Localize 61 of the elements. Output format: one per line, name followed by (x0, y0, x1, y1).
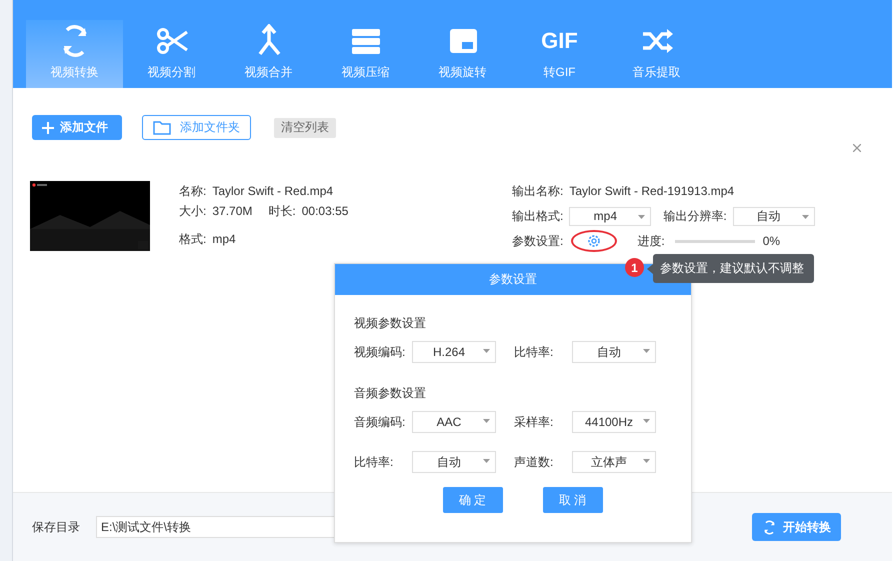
field-label: 视频编码: (354, 344, 406, 360)
dropdown[interactable]: 自动 (572, 341, 656, 363)
dropdown-arrow-icon (643, 349, 650, 353)
format-label: 格式: (179, 230, 206, 248)
start-convert-button[interactable]: 开始转换 (752, 513, 841, 541)
field-label: 音频编码: (354, 414, 406, 430)
dropdown-arrow-icon (643, 419, 650, 423)
file-size: 37.70M (212, 204, 252, 218)
progress-percent: 0% (762, 234, 780, 248)
dropdown-arrow-icon (483, 419, 490, 423)
dropdown-arrow-icon (802, 214, 809, 218)
dropdown[interactable]: H.264 (412, 341, 496, 363)
dropdown[interactable]: 44100Hz (572, 411, 656, 433)
add-file-button[interactable]: 添加文件 (32, 115, 122, 140)
step-badge: 1 (625, 258, 644, 277)
tab[interactable]: GIF 转GIF (511, 20, 608, 88)
field-label: 声道数: (514, 454, 554, 470)
duration-label: 时长: (268, 202, 296, 220)
output-name-label: 输出名称: (512, 182, 564, 200)
dropdown[interactable]: 自动 (412, 451, 496, 473)
folder-icon (153, 120, 171, 134)
tooltip: 参数设置，建议默认不调整 (653, 254, 814, 283)
settings-icon[interactable] (587, 234, 602, 248)
dropdown-arrow-icon (638, 214, 646, 218)
clear-list-button[interactable]: 清空列表 (274, 118, 336, 138)
field-label: 采样率: (514, 414, 554, 430)
dropdown-arrow-icon (483, 459, 490, 463)
dropdown[interactable]: AAC (412, 411, 496, 433)
field-label: 比特率: (354, 454, 394, 470)
size-label: 大小: (179, 202, 206, 220)
output-format-label: 输出格式: (512, 208, 564, 224)
output-resolution-label: 输出分辨率: (663, 208, 727, 224)
tooltip-arrow (647, 264, 653, 274)
refresh-icon (762, 520, 777, 534)
settings-label: 参数设置: (512, 232, 564, 250)
tab[interactable]: 视频转换 (26, 20, 123, 88)
dropdown[interactable]: 立体声 (572, 451, 656, 473)
section-title: 音频参数设置 (354, 384, 426, 402)
duration: 00:03:55 (302, 204, 348, 218)
cancel-button[interactable]: 取 消 (542, 487, 602, 513)
save-directory-label: 保存目录 (32, 518, 80, 536)
dropdown-arrow-icon (483, 349, 490, 353)
confirm-button[interactable]: 确 定 (442, 487, 502, 513)
add-folder-button[interactable]: 添加文件夹 (142, 115, 251, 140)
name-label: 名称: (179, 182, 206, 200)
dropdown[interactable]: 自动 (732, 206, 815, 226)
tab[interactable]: 视频分割 (123, 20, 220, 88)
file-format: mp4 (212, 232, 236, 246)
tab[interactable]: 音乐提取 (608, 20, 705, 88)
dropdown-arrow-icon (643, 459, 650, 463)
file-name: Taylor Swift - Red.mp4 (212, 184, 334, 198)
tab[interactable]: 视频旋转 (414, 20, 511, 88)
plus-icon (42, 122, 54, 134)
progress-label: 进度: (637, 232, 665, 250)
close-icon[interactable] (853, 144, 861, 152)
output-name: Taylor Swift - Red-191913.mp4 (569, 184, 734, 198)
section-title: 视频参数设置 (354, 314, 426, 332)
tab[interactable]: 视频压缩 (317, 20, 414, 88)
dropdown[interactable]: mp4 (569, 206, 652, 226)
tab[interactable]: 视频合并 (220, 20, 317, 88)
field-label: 比特率: (514, 344, 554, 360)
